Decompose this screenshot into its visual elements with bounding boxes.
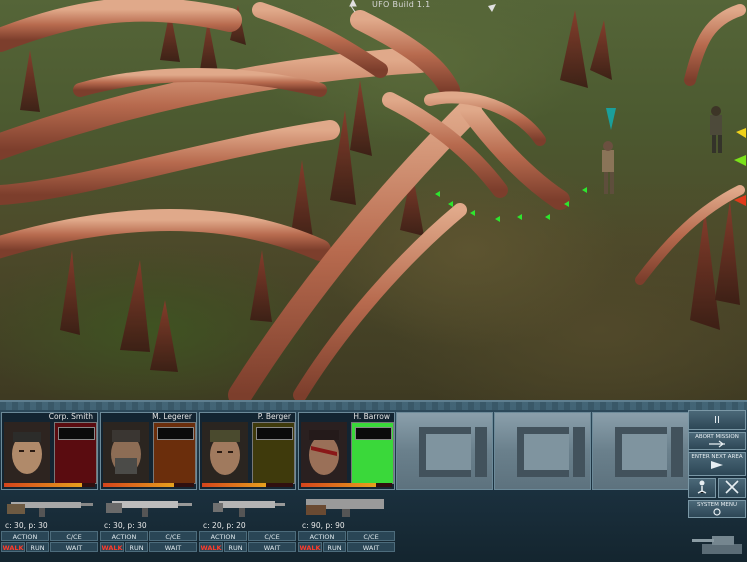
- action-button[interactable]: ACTION: [100, 531, 148, 541]
- soldier-portrait: [301, 422, 347, 484]
- stance-button[interactable]: [688, 478, 716, 498]
- jungle-terrain: [0, 0, 746, 400]
- ammo-count: c: 20, p: 20: [203, 521, 246, 530]
- soldier-portrait: [103, 422, 149, 484]
- rank-badge-icon: [256, 427, 293, 440]
- run-button[interactable]: RUN: [26, 542, 49, 552]
- plane-icon: [709, 440, 725, 448]
- action-button[interactable]: ACTION: [298, 531, 346, 541]
- ammo-count: c: 30, p: 30: [104, 521, 147, 530]
- walk-button[interactable]: WALK: [199, 542, 223, 552]
- abort-mission-button[interactable]: ABORT MISSION: [688, 432, 746, 450]
- mission-controls: II ABORT MISSION ENTER NEXT AREA SYSTEM …: [688, 410, 747, 562]
- walk-button[interactable]: WALK: [298, 542, 322, 552]
- soldier-portrait: [202, 422, 248, 484]
- run-button[interactable]: RUN: [125, 542, 148, 552]
- pause-button[interactable]: II: [688, 410, 746, 430]
- build-label: UFO Build 1.1: [372, 0, 431, 9]
- ammo-count: c: 30, p: 30: [5, 521, 48, 530]
- cursor-arrow-icon: [349, 0, 357, 13]
- weapon-panel[interactable]: c: 30, p: 30 ACTION C/CE WALK RUN WAIT: [100, 494, 197, 562]
- health-bar: [301, 483, 392, 487]
- walk-button[interactable]: WALK: [100, 542, 124, 552]
- weapon-panel[interactable]: c: 30, p: 30 ACTION C/CE WALK RUN WAIT: [1, 494, 98, 562]
- walk-button[interactable]: WALK: [1, 542, 25, 552]
- soldier-card-legerer[interactable]: M. Legerer: [100, 412, 197, 490]
- empty-squad-slot: [494, 412, 591, 490]
- rifle-icon: [106, 501, 192, 517]
- ammo-count: c: 90, p: 90: [302, 521, 345, 530]
- rank-badge-icon: [355, 427, 392, 440]
- heavy-gun-icon: [306, 499, 384, 517]
- cce-button[interactable]: C/CE: [149, 531, 197, 541]
- battlefield-viewport[interactable]: UFO Build 1.1: [0, 0, 747, 400]
- crouch-icon: [697, 480, 707, 494]
- soldier-card-barrow[interactable]: H. Barrow: [298, 412, 395, 490]
- squad-hud: Corp. Smith M. Legerer P. Berger H. Barr…: [0, 400, 747, 562]
- cce-button[interactable]: C/CE: [50, 531, 98, 541]
- soldier-figure[interactable]: [602, 141, 614, 194]
- weapon-panel[interactable]: c: 90, p: 90 ACTION C/CE WALK RUN WAIT: [298, 494, 395, 562]
- rank-panel[interactable]: [54, 422, 97, 484]
- vehicle-icon: [692, 536, 742, 554]
- soldier-card-smith[interactable]: Corp. Smith: [1, 412, 98, 490]
- action-button[interactable]: ACTION: [199, 531, 247, 541]
- empty-squad-slot: [592, 412, 689, 490]
- rifle-icon: [7, 502, 93, 517]
- weapon-panel[interactable]: c: 20, p: 20 ACTION C/CE WALK RUN WAIT: [199, 494, 296, 562]
- run-button[interactable]: RUN: [323, 542, 346, 552]
- offscreen-indicator-icon: [736, 128, 746, 138]
- soldier-portrait: [4, 422, 50, 484]
- wait-button[interactable]: WAIT: [149, 542, 197, 552]
- gear-icon: [713, 508, 721, 516]
- enter-next-area-button[interactable]: ENTER NEXT AREA: [688, 452, 746, 476]
- rank-panel[interactable]: [153, 422, 196, 484]
- rank-panel[interactable]: [252, 422, 295, 484]
- soldier-name: M. Legerer: [152, 412, 192, 421]
- health-bar: [4, 483, 95, 487]
- health-bar: [202, 483, 293, 487]
- soldier-name: H. Barrow: [353, 412, 390, 421]
- health-bar: [103, 483, 194, 487]
- selection-marker-icon: [606, 108, 616, 130]
- cce-button[interactable]: C/CE: [347, 531, 395, 541]
- crossed-tools-icon: [725, 480, 739, 494]
- smg-icon: [213, 501, 285, 517]
- rank-badge-icon: [157, 427, 194, 440]
- empty-squad-slot: [396, 412, 493, 490]
- soldier-card-berger[interactable]: P. Berger: [199, 412, 296, 490]
- cursor-arrow-icon: [488, 4, 496, 12]
- soldier-name: P. Berger: [257, 412, 291, 421]
- wait-button[interactable]: WAIT: [50, 542, 98, 552]
- cce-button[interactable]: C/CE: [248, 531, 296, 541]
- rank-panel[interactable]: [351, 422, 394, 484]
- run-button[interactable]: RUN: [224, 542, 247, 552]
- system-menu-button[interactable]: SYSTEM MENU: [688, 500, 746, 518]
- action-button[interactable]: ACTION: [1, 531, 49, 541]
- enemy-figure[interactable]: [710, 106, 722, 153]
- wait-button[interactable]: WAIT: [248, 542, 296, 552]
- map-button[interactable]: [718, 478, 746, 498]
- offscreen-indicator-icon: [734, 155, 746, 166]
- arrow-right-icon: [711, 461, 723, 469]
- soldier-name: Corp. Smith: [48, 412, 93, 421]
- rank-badge-icon: [58, 427, 95, 440]
- wait-button[interactable]: WAIT: [347, 542, 395, 552]
